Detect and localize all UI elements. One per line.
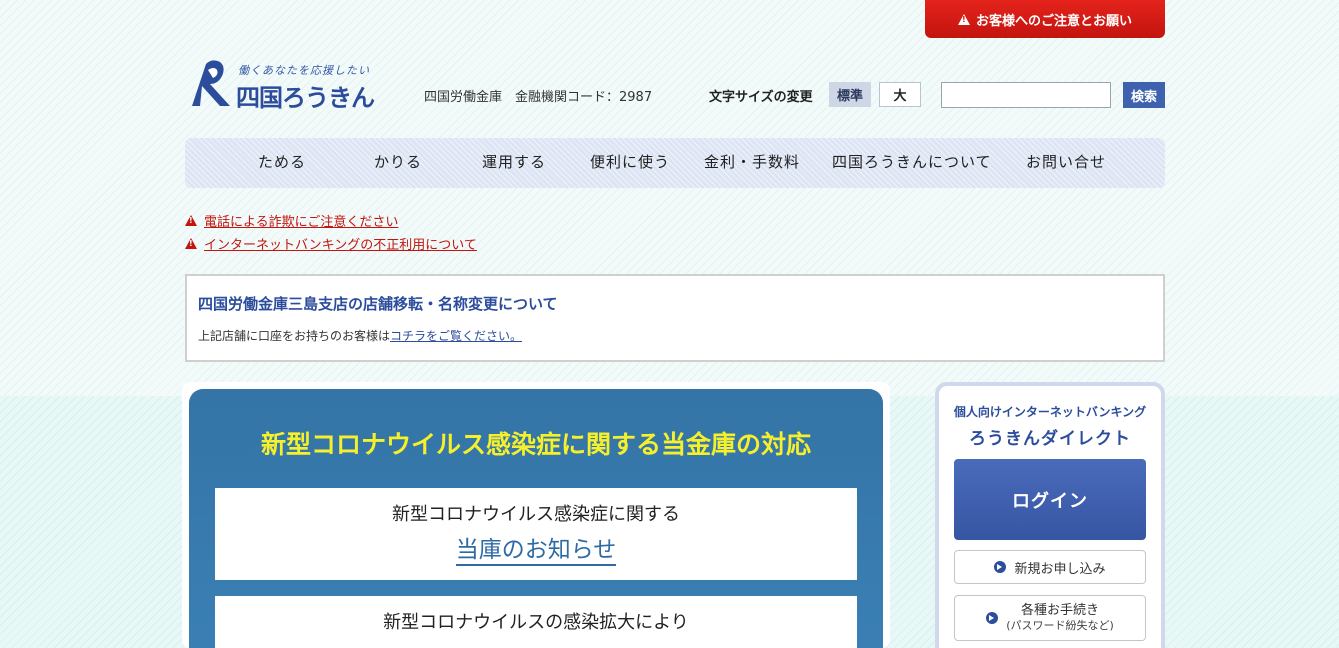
procedures-label: 各種お手続き [1020,603,1099,618]
global-nav: ためる かりる 運用する 便利に使う 金利・手数料 四国ろうきんについて お問い… [185,138,1165,188]
corona-notice-card[interactable]: 新型コロナウイルス感染症に関する 当庫のお知らせ [215,488,857,580]
logo[interactable]: 働くあなたを応援したい 四国ろうきん [186,58,396,112]
alert-list: 電話による詐欺にご注意ください インターネットバンキングの不正利用について [185,209,477,255]
branch-notice-text: 上記店舗に口座をお持ちのお客様はコチラをご覧ください。 [198,327,522,344]
nav-item-about[interactable]: 四国ろうきんについて [832,138,992,188]
ib-subtitle: 個人向けインターネットバンキング [953,405,1147,419]
branch-notice-box: 四国労働金庫三島支店の店舗移転・名称変更について 上記店舗に口座をお持ちのお客様… [185,274,1165,362]
nav-item-borrow[interactable]: かりる [374,138,422,188]
warning-icon [957,13,970,25]
new-application-button[interactable]: 新規お申し込み [954,550,1146,584]
corona-title: 新型コロナウイルス感染症に関する当金庫の対応 [260,430,811,459]
warning-icon [185,238,197,249]
internet-banking-panel: 個人向けインターネットバンキング ろうきんダイレクト ログイン 新規お申し込み … [935,382,1165,648]
procedures-button[interactable]: 各種お手続き (パスワード紛失など) [954,595,1146,641]
branch-notice-title: 四国労働金庫三島支店の店舗移転・名称変更について [198,295,558,313]
login-button[interactable]: ログイン [954,459,1146,540]
procedures-text: 各種お手続き (パスワード紛失など) [1006,603,1114,633]
corona-card-line2: 当庫のお知らせ [215,530,857,566]
corona-card-link-text: 当庫のお知らせ [455,537,617,566]
alert-label: インターネットバンキングの不正利用について [204,238,477,253]
branch-notice-link[interactable]: コチラをご覧ください。 [390,329,522,343]
customer-notice-button[interactable]: お客様へのご注意とお願い [925,0,1165,38]
procedures-sublabel: (パスワード紛失など) [1006,619,1114,632]
nav-item-save[interactable]: ためる [258,138,306,188]
search-button[interactable]: 検索 [1123,82,1165,108]
alert-phone-fraud-link[interactable]: 電話による詐欺にご注意ください [185,209,477,232]
corona-impact-card[interactable]: 新型コロナウイルスの感染拡大により [215,596,857,648]
bank-code: 四国労働金庫 金融機関コード：2987 [424,90,653,105]
corona-card-line1: 新型コロナウイルス感染症に関する [392,504,680,525]
corona-card2-line1: 新型コロナウイルスの感染拡大により [383,612,689,633]
font-size-label: 文字サイズの変更 [709,90,813,105]
corona-banner: 新型コロナウイルス感染症に関する当金庫の対応 新型コロナウイルス感染症に関する … [189,389,883,648]
font-size-large-button[interactable]: 大 [879,82,921,107]
logo-name: 四国ろうきん [236,84,375,112]
nav-item-convenient[interactable]: 便利に使う [590,138,670,188]
logo-mark-icon [192,60,230,106]
logo-tagline: 働くあなたを応援したい [238,64,370,77]
arrow-right-icon [986,612,999,624]
nav-item-rates-fees[interactable]: 金利・手数料 [704,138,800,188]
alert-ib-fraud-link[interactable]: インターネットバンキングの不正利用について [185,232,477,255]
search-input[interactable] [941,82,1111,108]
customer-notice-label: お客様へのご注意とお願い [975,13,1132,29]
branch-notice-body: 上記店舗に口座をお持ちのお客様は [198,329,391,343]
nav-item-contact[interactable]: お問い合せ [1026,138,1106,188]
ib-title: ろうきんダイレクト [969,429,1131,449]
new-application-label: 新規お申し込み [1014,561,1106,577]
alert-label: 電話による詐欺にご注意ください [204,215,399,230]
warning-icon [185,215,197,226]
arrow-right-icon [994,561,1007,573]
font-size-standard-button[interactable]: 標準 [829,82,871,107]
nav-item-invest[interactable]: 運用する [482,138,546,188]
